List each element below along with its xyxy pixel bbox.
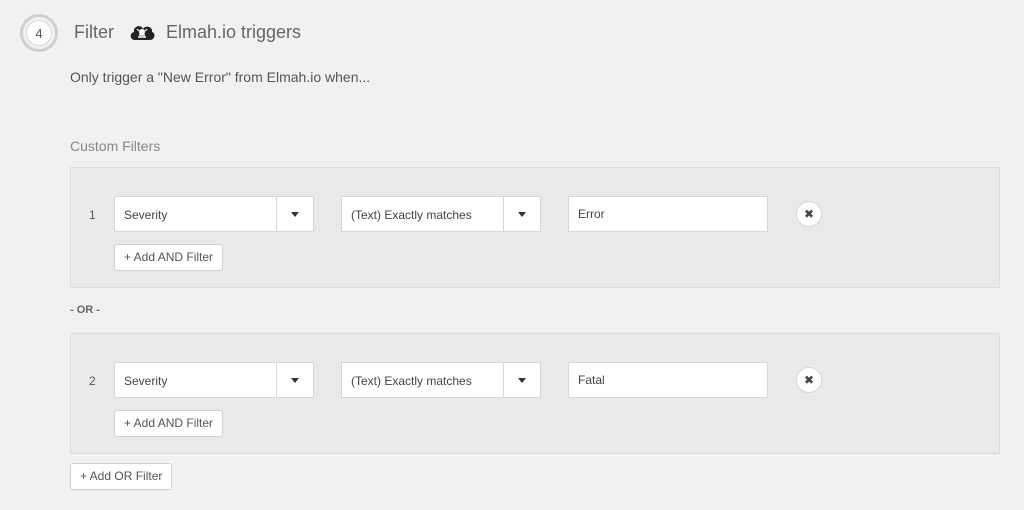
operator-select-value: (Text) Exactly matches: [351, 208, 472, 222]
caret-down-icon: [291, 211, 299, 217]
field-select[interactable]: Severity: [114, 196, 314, 232]
remove-filter-button[interactable]: ✖: [796, 201, 822, 227]
caret-down-icon: [291, 377, 299, 383]
elmah-cloud-icon: [128, 20, 156, 44]
add-or-filter-button[interactable]: + Add OR Filter: [70, 463, 173, 490]
close-icon: ✖: [803, 373, 815, 387]
operator-dropdown-button[interactable]: [503, 197, 540, 231]
caret-down-icon: [518, 377, 526, 383]
app-name: Elmah.io triggers: [166, 21, 302, 42]
operator-dropdown-button[interactable]: [503, 363, 540, 397]
value-input[interactable]: [568, 196, 768, 232]
operator-select[interactable]: (Text) Exactly matches: [341, 362, 541, 398]
add-and-filter-button[interactable]: + Add AND Filter: [114, 244, 224, 271]
step-number: 4: [26, 20, 52, 46]
or-separator: - OR -: [70, 304, 100, 316]
step-header: Filter Elmah.io triggers: [74, 20, 301, 44]
field-select-value: Severity: [124, 374, 168, 388]
field-dropdown-button[interactable]: [276, 197, 313, 231]
close-icon: ✖: [803, 207, 815, 221]
trigger-description: Only trigger a "New Error" from Elmah.io…: [70, 69, 371, 85]
custom-filters-title: Custom Filters: [70, 138, 161, 154]
add-and-filter-button[interactable]: + Add AND Filter: [114, 410, 224, 437]
filter-row-number: 2: [89, 374, 96, 388]
field-select[interactable]: Severity: [114, 362, 314, 398]
step-indicator: 4: [20, 14, 58, 52]
step-title: Filter: [74, 21, 114, 42]
filter-group-1: 1 Severity (Text) Exactly matches ✖ + Ad…: [70, 167, 1000, 288]
field-dropdown-button[interactable]: [276, 363, 313, 397]
caret-down-icon: [518, 211, 526, 217]
remove-filter-button[interactable]: ✖: [796, 367, 822, 393]
operator-select-value: (Text) Exactly matches: [351, 374, 472, 388]
filter-row-number: 1: [89, 208, 96, 222]
filter-group-2: 2 Severity (Text) Exactly matches ✖ + Ad…: [70, 333, 1000, 454]
operator-select[interactable]: (Text) Exactly matches: [341, 196, 541, 232]
value-input[interactable]: [568, 362, 768, 398]
field-select-value: Severity: [124, 208, 168, 222]
